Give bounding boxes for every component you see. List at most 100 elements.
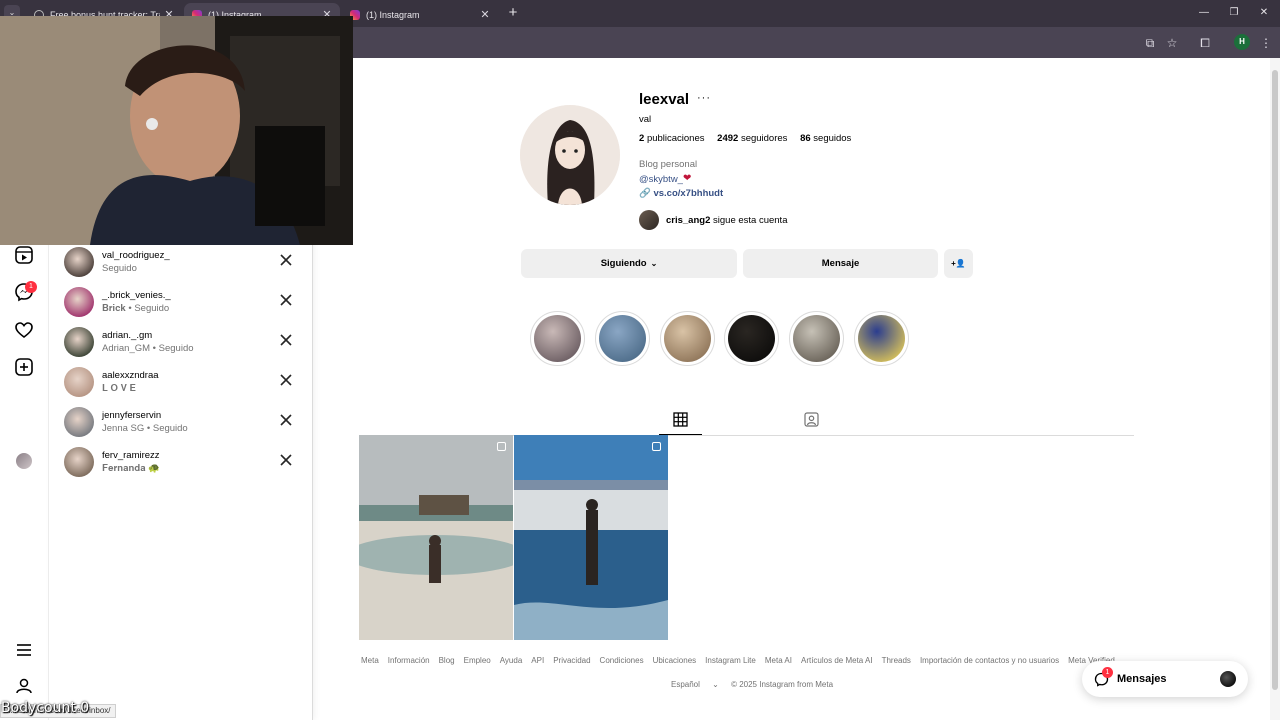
following-row[interactable]: jennyferservin Jenna SG • Seguido	[64, 404, 299, 440]
story-highlight[interactable]	[530, 311, 585, 366]
remove-icon[interactable]	[279, 453, 293, 467]
minimize-icon[interactable]: —	[1194, 5, 1214, 21]
footer-link[interactable]: Blog	[439, 656, 455, 665]
bio-external-link[interactable]: 🔗 vs.co/x7bhhudt	[639, 188, 723, 199]
remove-icon[interactable]	[279, 413, 293, 427]
screen: ⌄ Free bonus hunt tracker: Track y ✕ (1)…	[0, 0, 1280, 720]
avatar[interactable]	[64, 407, 94, 437]
bio-mention-link[interactable]: @skybtw_	[639, 174, 683, 185]
following-row[interactable]: adrian._.gm Adrian_GM • Seguido	[64, 324, 299, 360]
heart-icon[interactable]	[14, 320, 34, 340]
following-row[interactable]: ferv_ramirezz 𝐅𝐞𝐫𝐧𝐚𝐧𝐝𝐚 🐢	[64, 444, 299, 480]
more-options-icon[interactable]: ···	[697, 92, 711, 104]
link-icon: 🔗	[639, 188, 654, 199]
remove-icon[interactable]	[279, 373, 293, 387]
footer-link[interactable]: Condiciones	[600, 656, 644, 665]
footer-link[interactable]: Empleo	[464, 656, 491, 665]
footer-language-row: Español ⌄ © 2025 Instagram from Meta	[671, 680, 843, 689]
remove-icon[interactable]	[279, 333, 293, 347]
beach-photo-1	[359, 435, 513, 640]
following-subtitle: Jenna SG • Seguido	[102, 423, 188, 434]
remove-icon[interactable]	[279, 293, 293, 307]
followed-by-avatar	[639, 210, 659, 230]
window-close-icon[interactable]: ✕	[1254, 5, 1274, 21]
footer-link[interactable]: Información	[388, 656, 430, 665]
highlight-cover	[664, 315, 711, 362]
followers-count[interactable]: 2492	[717, 133, 738, 144]
avatar[interactable]	[64, 287, 94, 317]
following-username[interactable]: _.brick_venies._	[102, 290, 171, 301]
avatar[interactable]	[64, 367, 94, 397]
story-highlight[interactable]	[660, 311, 715, 366]
footer-link[interactable]: Threads	[882, 656, 911, 665]
browser-profile-avatar[interactable]: H	[1234, 34, 1250, 50]
following-row[interactable]: val_roodriguez_ Seguido	[64, 244, 299, 280]
suggested-accounts-button[interactable]: +👤	[944, 249, 973, 278]
message-button[interactable]: Mensaje	[743, 249, 938, 278]
chevron-down-icon: ⌄	[650, 259, 658, 268]
star-icon[interactable]: ☆	[1163, 34, 1181, 52]
footer-link[interactable]: Meta AI	[765, 656, 792, 665]
highlight-cover	[599, 315, 646, 362]
following-count[interactable]: 86	[800, 133, 811, 144]
browser-tab-3[interactable]: (1) Instagram ✕	[342, 3, 498, 27]
footer-link[interactable]: Ayuda	[500, 656, 523, 665]
avatar[interactable]	[64, 327, 94, 357]
following-username[interactable]: aalexxzndraa	[102, 370, 159, 381]
followed-by-username: cris_ang2	[666, 215, 711, 226]
copyright-text: © 2025 Instagram from Meta	[731, 680, 834, 689]
story-highlight[interactable]	[595, 311, 650, 366]
install-app-icon[interactable]: ⧉	[1141, 34, 1159, 52]
following-username[interactable]: ferv_ramirezz	[102, 450, 160, 461]
menu-icon[interactable]	[14, 640, 34, 660]
post-thumbnail-1[interactable]	[359, 435, 513, 640]
profile-avatar[interactable]	[16, 453, 32, 469]
footer-link[interactable]: Ubicaciones	[653, 656, 697, 665]
extensions-icon[interactable]: ⧠	[1196, 34, 1214, 52]
footer-link[interactable]: Artículos de Meta AI	[801, 656, 873, 665]
following-username[interactable]: adrian._.gm	[102, 330, 152, 341]
remove-icon[interactable]	[279, 253, 293, 267]
following-subtitle: Adrian_GM • Seguido	[102, 343, 194, 354]
avatar[interactable]	[64, 247, 94, 277]
new-tab-button[interactable]: +	[504, 4, 522, 22]
highlight-cover	[858, 315, 905, 362]
following-username[interactable]: jennyferservin	[102, 410, 161, 421]
create-icon[interactable]	[14, 357, 34, 377]
messages-button[interactable]: 1 Mensajes	[1082, 661, 1248, 697]
link-text: vs.co/x7bhhudt	[653, 188, 724, 199]
messages-avatar	[1220, 671, 1236, 687]
story-highlight[interactable]	[854, 311, 909, 366]
add-person-icon: +👤	[951, 259, 966, 268]
threads-icon[interactable]	[14, 676, 34, 696]
language-selector[interactable]: Español ⌄	[671, 680, 719, 689]
profile-illustration	[520, 105, 620, 205]
story-highlight[interactable]	[789, 311, 844, 366]
highlight-cover	[793, 315, 840, 362]
footer-link[interactable]: Meta	[361, 656, 379, 665]
followed-by-caption: sigue esta cuenta	[713, 215, 788, 226]
grid-icon[interactable]	[673, 412, 688, 427]
kebab-menu-icon[interactable]: ⋮	[1257, 34, 1275, 52]
scrollbar-thumb[interactable]	[1272, 70, 1278, 690]
carousel-icon	[652, 442, 661, 451]
avatar[interactable]	[64, 447, 94, 477]
following-button[interactable]: Siguiendo ⌄	[521, 249, 737, 278]
followers-label[interactable]: seguidores	[741, 133, 787, 144]
profile-picture[interactable]	[520, 105, 620, 205]
post-thumbnail-2[interactable]	[514, 435, 668, 640]
following-row[interactable]: aalexxzndraa 𝐋 𝐎 𝐕 𝐄	[64, 364, 299, 400]
story-highlight[interactable]	[724, 311, 779, 366]
restore-icon[interactable]: ❐	[1224, 5, 1244, 21]
footer-link[interactable]: Privacidad	[553, 656, 590, 665]
messages-label: Mensajes	[1117, 673, 1167, 685]
following-username[interactable]: val_roodriguez_	[102, 250, 170, 261]
close-icon[interactable]: ✕	[478, 8, 492, 21]
tagged-icon[interactable]	[804, 412, 819, 427]
footer-link[interactable]: Importación de contactos y no usuarios	[920, 656, 1059, 665]
following-row[interactable]: _.brick_venies._ 𝐁𝐫𝐢𝐜𝐤 • Seguido	[64, 284, 299, 320]
reels-icon[interactable]	[14, 245, 34, 265]
footer-link[interactable]: Instagram Lite	[705, 656, 756, 665]
following-label[interactable]: seguidos	[813, 133, 851, 144]
footer-link[interactable]: API	[531, 656, 544, 665]
